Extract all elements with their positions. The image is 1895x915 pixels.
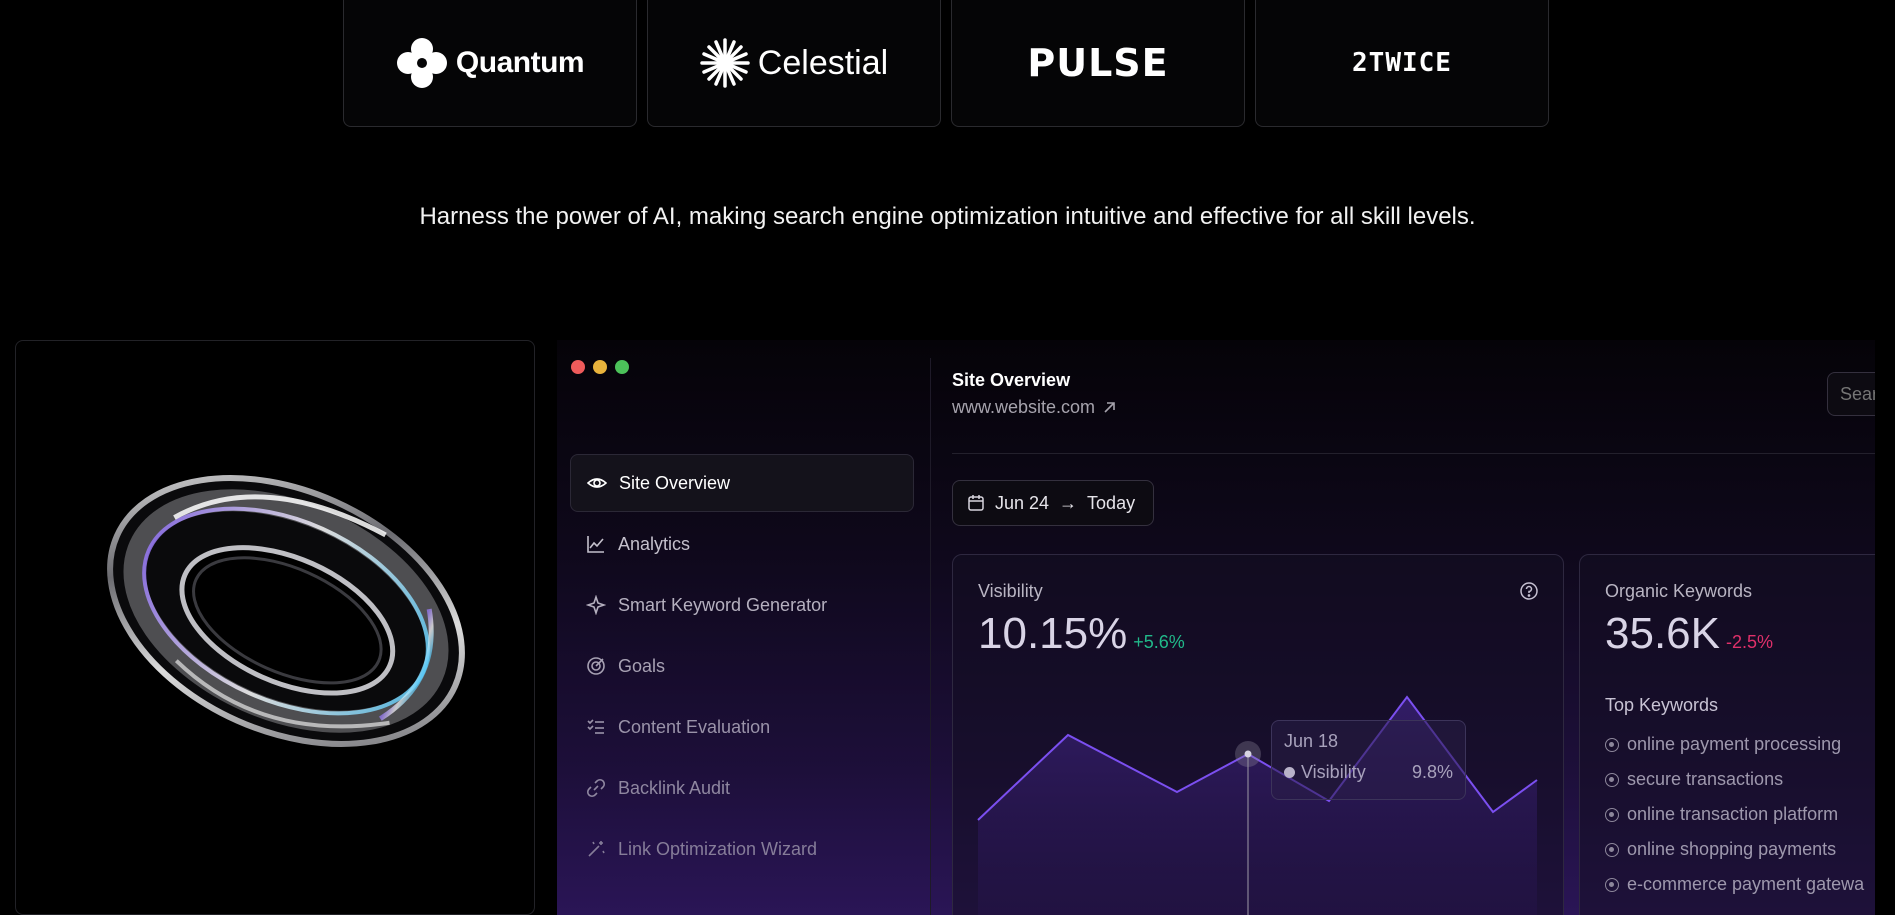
external-link-arrow-icon (1104, 402, 1115, 413)
logo-card-pulse: PULSE (951, 0, 1245, 127)
radio-dot-icon (1605, 737, 1619, 752)
organic-keywords-change: -2.5% (1725, 632, 1774, 652)
window-edge (1875, 340, 1885, 915)
chart-tooltip: Jun 18 Visibility 9.8% (1271, 720, 1466, 800)
sidebar-item-label: Smart Keyword Generator (618, 594, 828, 615)
magic-wand-icon (588, 841, 605, 857)
sidebar-item-label: Link Optimization Wizard (618, 838, 818, 859)
keyword-list-item[interactable]: online payment processing (1605, 727, 1864, 762)
keyword-text: e-commerce payment gatewa (1627, 874, 1865, 894)
tooltip-row: Visibility 9.8% (1284, 762, 1453, 783)
sidebar-item-label: Site Overview (619, 472, 731, 493)
organic-keywords-card: Organic Keywords 35.6K -2.5% Top Keywords… (1579, 554, 1885, 915)
radio-dot-icon (1605, 877, 1619, 892)
arrow-right-icon: → (1059, 492, 1078, 513)
date-range-end: Today (1087, 492, 1136, 513)
keyword-text: secure transactions (1627, 769, 1784, 789)
sidebar-item-label: Content Evaluation (618, 716, 771, 737)
link-icon (586, 778, 606, 798)
sidebar-item-smart-keyword-generator[interactable]: Smart Keyword Generator (570, 576, 914, 634)
checklist-icon (587, 719, 604, 734)
site-url-text: www.website.com (952, 397, 1096, 417)
twice-logo-text: 2TWICE (1352, 48, 1452, 78)
tooltip-date: Jun 18 (1284, 731, 1339, 751)
sidebar-item-goals[interactable]: Goals (570, 637, 914, 695)
sidebar-item-content-evaluation[interactable]: Content Evaluation (570, 698, 914, 756)
sidebar-item-backlink-audit[interactable]: Backlink Audit (570, 759, 914, 817)
date-range-picker[interactable]: Jun 24 → Today (952, 480, 1154, 526)
tagline: Harness the power of AI, making search e… (419, 203, 1476, 230)
logo-strip: Quantum Celestial PULSE 2TWICE (343, 0, 1549, 127)
sidebar-item-label: Analytics (618, 533, 691, 554)
radio-dot-icon (1605, 772, 1619, 787)
organic-keywords-value: 35.6K -2.5% (1605, 609, 1773, 659)
radio-dot-icon (1605, 842, 1619, 857)
sidebar-item-site-overview[interactable]: Site Overview (570, 454, 914, 512)
line-chart-icon (587, 536, 604, 553)
keyword-list-item[interactable]: online shopping payments (1605, 832, 1864, 867)
sidebar-item-label: Goals (618, 655, 666, 676)
celestial-starburst-icon (700, 38, 750, 88)
tooltip-series-value: 9.8% (1411, 762, 1453, 782)
sidebar-divider (930, 358, 931, 915)
calendar-icon (968, 495, 984, 511)
sidebar: Site Overview Analytics Smart Keyword Ge… (570, 454, 914, 881)
sparkle-icon (586, 595, 606, 615)
keyword-text: online payment processing (1627, 734, 1842, 754)
organic-keywords-label: Organic Keywords (1605, 581, 1753, 601)
minimize-window-dot[interactable] (593, 360, 607, 374)
hero-visual-card (15, 340, 535, 915)
logo-card-twice: 2TWICE (1255, 0, 1549, 127)
quantum-logo-icon (396, 38, 447, 88)
target-icon (587, 657, 605, 675)
sidebar-item-label: Backlink Audit (618, 777, 731, 798)
keyword-list-item[interactable]: online transaction platform (1605, 797, 1864, 832)
keyword-list-item[interactable]: e-commerce payment gatewa (1605, 867, 1864, 902)
main-content: Site Overview www.website.com Jun 24 → T… (952, 340, 1885, 915)
app-window: Site Overview Analytics Smart Keyword Ge… (557, 340, 1885, 915)
hover-point[interactable] (1244, 750, 1252, 758)
visibility-line-chart (977, 695, 1538, 915)
date-range-start: Jun 24 (995, 492, 1050, 513)
tooltip-series-dot (1284, 767, 1295, 778)
logo-card-celestial: Celestial (647, 0, 941, 127)
sidebar-item-analytics[interactable]: Analytics (570, 515, 914, 573)
celestial-logo-text: Celestial (757, 43, 889, 82)
keyword-list-item[interactable]: secure transactions (1605, 762, 1864, 797)
top-keywords-title: Top Keywords (1605, 695, 1719, 715)
keyword-text: online shopping payments (1627, 839, 1837, 859)
glass-ring-illustration (107, 475, 465, 747)
quantum-logo-text: Quantum (455, 46, 585, 79)
sidebar-item-link-optimization-wizard[interactable]: Link Optimization Wizard (570, 820, 914, 878)
maximize-window-dot[interactable] (615, 360, 629, 374)
top-keywords-list: online payment processing secure transac… (1605, 727, 1864, 902)
tooltip-series-name: Visibility (1301, 762, 1366, 782)
pulse-logo-text: PULSE (1027, 41, 1169, 85)
logo-card-quantum: Quantum (343, 0, 637, 127)
page-title: Site Overview (952, 370, 1071, 390)
visibility-card: Visibility 10.15% +5.6% Jun 18 Visibilit… (952, 554, 1564, 915)
organic-keywords-value-number: 35.6K (1605, 609, 1720, 658)
header-divider (952, 453, 1885, 454)
eye-icon (587, 478, 607, 488)
site-url-link[interactable]: www.website.com (952, 397, 1116, 418)
window-controls (571, 360, 629, 374)
keyword-text: online transaction platform (1627, 804, 1839, 824)
close-window-dot[interactable] (571, 360, 585, 374)
radio-dot-icon (1605, 807, 1619, 822)
